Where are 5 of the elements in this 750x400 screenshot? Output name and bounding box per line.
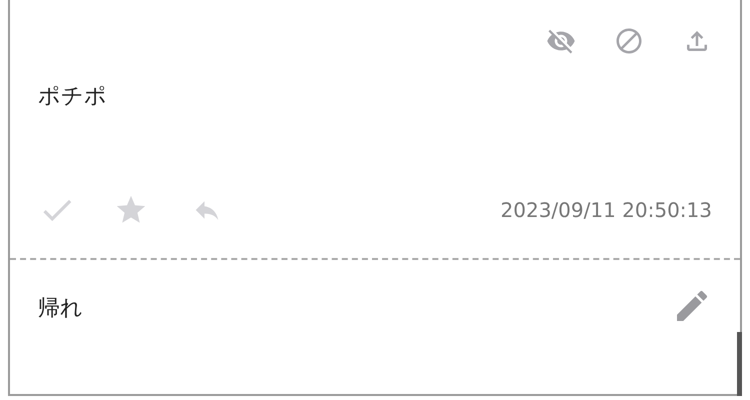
timestamp: 2023/09/11 20:50:13 <box>500 197 712 224</box>
message-text: ポチポ <box>38 84 107 109</box>
reply-text: 帰れ <box>38 294 83 322</box>
scrollbar[interactable] <box>737 332 742 396</box>
block-icon[interactable] <box>614 26 644 56</box>
